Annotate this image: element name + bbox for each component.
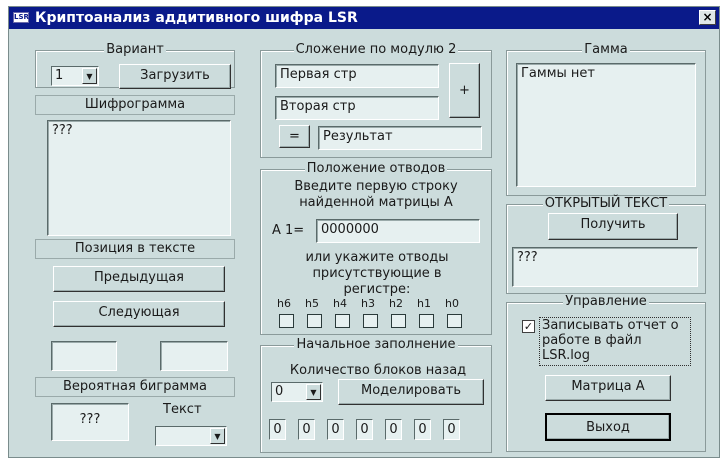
load-button[interactable]: Загрузить	[119, 64, 231, 89]
variant-group-title: Вариант	[104, 42, 166, 57]
bigram-value[interactable]: ???	[51, 403, 129, 441]
initial-bit[interactable]: 0	[443, 419, 460, 440]
text-select[interactable]: ▼	[155, 426, 227, 446]
bigram-label: Вероятная биграмма	[35, 377, 235, 397]
gamma-group-title: Гамма	[582, 42, 630, 57]
initial-bit[interactable]: 0	[298, 419, 315, 440]
initial-bit[interactable]: 0	[385, 419, 402, 440]
chevron-down-icon[interactable]: ▼	[210, 428, 225, 444]
blocks-back-select[interactable]: 0 ▼	[271, 382, 323, 402]
chevron-down-icon[interactable]: ▼	[82, 68, 97, 84]
ciphertext-label: Шифрограмма	[35, 95, 235, 115]
result-field[interactable]: Результат	[318, 126, 482, 150]
window-title: Криптоанализ аддитивного шифра LSR	[35, 10, 358, 26]
tap-label-h0: h0	[445, 297, 459, 310]
tap-label-h2: h2	[389, 297, 403, 310]
initial-fill-group-title: Начальное заполнение	[294, 337, 458, 352]
plaintext-field[interactable]: ???	[512, 247, 698, 287]
close-button[interactable]: ×	[699, 10, 716, 25]
initial-bit[interactable]: 0	[356, 419, 373, 440]
initial-bit[interactable]: 0	[414, 419, 431, 440]
xor-group-title: Сложение по модулю 2	[293, 42, 459, 57]
second-string-input[interactable]: Вторая стр	[275, 96, 439, 120]
blocks-back-value: 0	[275, 384, 284, 399]
log-checkbox-label[interactable]: Записывать отчет о работе в файл LSR.log	[542, 318, 688, 363]
initial-bit[interactable]: 0	[269, 419, 286, 440]
tap-label-h3: h3	[361, 297, 375, 310]
position-label: Позиция в тексте	[35, 239, 235, 259]
gamma-area[interactable]: Гаммы нет	[516, 63, 696, 187]
tap-checkbox-h2[interactable]	[391, 314, 406, 328]
tap-checkbox-h5[interactable]	[307, 314, 322, 328]
app-icon: LSR	[13, 12, 29, 23]
matrix-a-button[interactable]: Матрица А	[545, 375, 671, 401]
first-string-input[interactable]: Первая стр	[275, 64, 439, 88]
get-button[interactable]: Получить	[548, 213, 678, 240]
equals-button[interactable]: =	[279, 125, 310, 148]
tap-checkbox-h1[interactable]	[419, 314, 434, 328]
previous-button[interactable]: Предыдущая	[53, 266, 225, 292]
tap-label-h5: h5	[305, 297, 319, 310]
tap-label-h6: h6	[277, 297, 291, 310]
plus-button[interactable]: +	[449, 63, 480, 118]
taps-group-title: Положение отводов	[304, 161, 448, 176]
app-window: LSR Криптоанализ аддитивного шифра LSR ×…	[8, 6, 720, 458]
chevron-down-icon[interactable]: ▼	[306, 384, 321, 400]
tap-checkbox-h0[interactable]	[447, 314, 462, 328]
tap-checkbox-h4[interactable]	[335, 314, 350, 328]
taps-instruction: Введите первую строку найденной матрицы …	[294, 179, 458, 210]
variant-select-value: 1	[55, 68, 64, 83]
tap-checkbox-h3[interactable]	[363, 314, 378, 328]
tap-label-h4: h4	[333, 297, 347, 310]
initial-bit[interactable]: 0	[327, 419, 344, 440]
text-label: Текст	[163, 402, 202, 417]
exit-button[interactable]: Выход	[545, 413, 671, 441]
a1-input[interactable]: 0000000	[316, 219, 480, 243]
title-bar: LSR Криптоанализ аддитивного шифра LSR ×	[9, 7, 719, 29]
plaintext-group-title: ОТКРЫТЫЙ ТЕКСТ	[542, 196, 670, 211]
taps-or-text: или укажите отводы присутствующие в реги…	[305, 250, 449, 297]
control-group-title: Управление	[563, 294, 649, 309]
blocks-back-label: Количество блоков назад	[289, 363, 467, 378]
ciphertext-area[interactable]: ???	[47, 120, 231, 236]
tap-checkbox-h6[interactable]	[279, 314, 294, 328]
position-field-left[interactable]	[51, 341, 117, 371]
variant-select[interactable]: 1 ▼	[51, 66, 99, 86]
position-field-right[interactable]	[160, 341, 228, 371]
a1-label: А 1=	[272, 223, 305, 238]
next-button[interactable]: Следующая	[53, 301, 225, 327]
tap-label-h1: h1	[417, 297, 431, 310]
simulate-button[interactable]: Моделировать	[338, 379, 484, 405]
log-checkbox[interactable]: ✓	[522, 320, 535, 333]
